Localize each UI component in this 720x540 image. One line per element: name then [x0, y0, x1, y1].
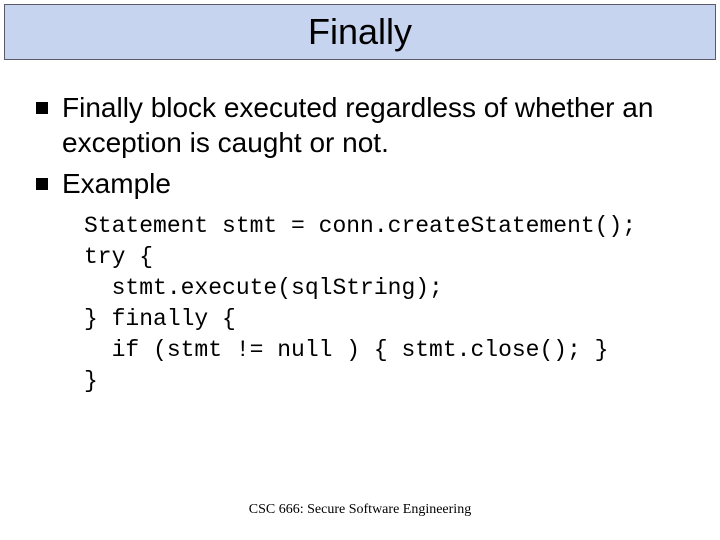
bullet-text: Finally block executed regardless of whe…	[62, 90, 690, 160]
code-line: stmt.execute(sqlString);	[84, 275, 443, 301]
bullet-item: Finally block executed regardless of whe…	[30, 90, 690, 160]
slide-title: Finally	[308, 11, 412, 53]
code-example: Statement stmt = conn.createStatement();…	[84, 211, 690, 397]
slide-footer: CSC 666: Secure Software Engineering	[0, 502, 720, 518]
title-bar: Finally	[4, 4, 716, 60]
code-line: Statement stmt = conn.createStatement();	[84, 213, 636, 239]
code-line: if (stmt != null ) { stmt.close(); }	[84, 337, 609, 363]
square-bullet-icon	[36, 102, 48, 114]
code-line: try {	[84, 244, 153, 270]
square-bullet-icon	[36, 178, 48, 190]
code-line: } finally {	[84, 306, 236, 332]
slide-body: Finally block executed regardless of whe…	[30, 90, 690, 397]
bullet-item: Example	[30, 166, 690, 201]
bullet-text: Example	[62, 166, 171, 201]
slide: Finally Finally block executed regardles…	[0, 0, 720, 540]
code-line: }	[84, 368, 98, 394]
